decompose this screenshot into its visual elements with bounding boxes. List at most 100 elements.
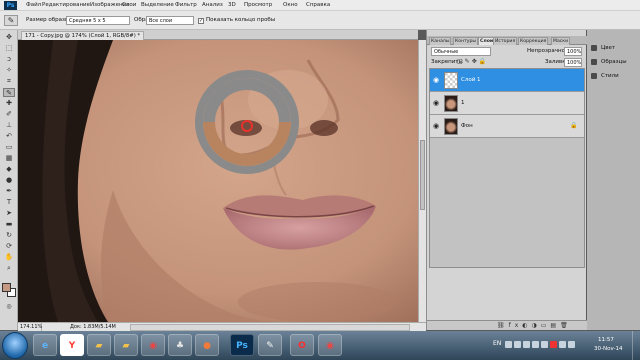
menu-file[interactable]: Файл [26, 2, 41, 8]
visibility-eye-icon[interactable]: ◉ [432, 99, 440, 107]
opacity-input[interactable]: 100% [564, 47, 582, 56]
layer-action-icons[interactable]: ⛓fx◐◑▭▤🗑 [497, 322, 572, 329]
tray-icon-2[interactable] [514, 341, 521, 348]
panel-tabs: Каналы Контуры Слои История Коррекция Ма… [427, 36, 587, 45]
tray-icon-5[interactable] [541, 341, 548, 348]
sample-size-select[interactable]: Средняя 5 x 5 [66, 16, 130, 25]
swatches-panel-icon [591, 58, 597, 65]
show-ring-checkbox[interactable]: ✓ [198, 18, 204, 24]
marquee-tool-icon[interactable]: ⬚ [3, 44, 15, 53]
taskbar-paint-icon[interactable]: ✎ [258, 334, 282, 356]
menu-layers[interactable]: Слои [122, 2, 136, 8]
taskbar-yandex-icon[interactable]: Y [60, 334, 84, 356]
color-panel-button[interactable]: Цвет [591, 43, 639, 53]
styles-panel-icon [591, 72, 597, 79]
zoom-tool-icon[interactable]: ⌕ [3, 264, 15, 273]
vertical-scroll-thumb[interactable] [420, 140, 425, 210]
shape-tool-icon[interactable]: ▬ [3, 220, 15, 229]
lasso-tool-icon[interactable]: ↄ [3, 55, 15, 64]
start-button[interactable] [2, 332, 28, 359]
eraser-tool-icon[interactable]: ▭ [3, 143, 15, 152]
visibility-eye-icon[interactable]: ◉ [432, 122, 440, 130]
styles-panel-button[interactable]: Стили [591, 71, 639, 81]
menu-select[interactable]: Выделение [141, 2, 174, 8]
layer-name[interactable]: Слой 1 [461, 77, 481, 83]
quick-mask-icon[interactable]: ◎ [3, 302, 15, 311]
tab-masks[interactable]: Маски [551, 37, 571, 45]
healing-brush-tool-icon[interactable]: ✚ [3, 99, 15, 108]
horizontal-scrollbar[interactable] [130, 324, 410, 331]
styles-panel-label: Стили [601, 73, 619, 79]
hand-tool-icon[interactable]: ✋ [3, 253, 15, 262]
gradient-tool-icon[interactable]: ▦ [3, 154, 15, 163]
taskbar-chrome2-icon[interactable]: ◉ [318, 334, 342, 356]
history-brush-tool-icon[interactable]: ↶ [3, 132, 15, 141]
tray-icon-4[interactable] [532, 341, 539, 348]
crop-tool-icon[interactable]: ⌗ [3, 77, 15, 86]
dodge-tool-icon[interactable]: ● [3, 176, 15, 185]
tray-icon-6[interactable] [550, 341, 557, 348]
layer-name[interactable]: Фон [461, 123, 473, 129]
taskbar-folder2-icon[interactable]: ▰ [114, 334, 138, 356]
network-icon[interactable] [559, 341, 566, 348]
tab-history[interactable]: История [493, 37, 518, 45]
menu-edit[interactable]: Редактирование [42, 2, 90, 8]
3d-camera-tool-icon[interactable]: ⟳ [3, 242, 15, 251]
fill-input[interactable]: 100% [564, 58, 582, 67]
volume-icon[interactable] [568, 341, 575, 348]
eyedropper-tool-preset-icon[interactable]: ✎ [4, 15, 18, 26]
path-select-tool-icon[interactable]: ➤ [3, 209, 15, 218]
layer-name[interactable]: 1 [461, 100, 465, 106]
quick-select-tool-icon[interactable]: ✧ [3, 66, 15, 75]
blur-tool-icon[interactable]: ◆ [3, 165, 15, 174]
brush-tool-icon[interactable]: ✐ [3, 110, 15, 119]
clock-time[interactable]: 11:57 [598, 337, 614, 343]
color-panel-icon [591, 44, 597, 51]
vertical-scrollbar[interactable] [418, 40, 426, 322]
image-canvas[interactable] [18, 40, 418, 322]
pen-tool-icon[interactable]: ✒ [3, 187, 15, 196]
layer-row-layer1[interactable]: ◉ Слой 1 [430, 69, 584, 92]
type-tool-icon[interactable]: T [3, 198, 15, 207]
menu-view[interactable]: Просмотр [244, 2, 272, 8]
eyedropper-tool-icon[interactable]: ✎ [3, 88, 15, 97]
move-tool-icon[interactable]: ✥ [3, 33, 15, 42]
show-ring-label: Показать кольцо пробы [206, 17, 276, 23]
blend-mode-select[interactable]: Обычные [431, 47, 491, 56]
tray-icon-1[interactable] [505, 341, 512, 348]
layer-row-background[interactable]: ◉ Фон 🔒 [430, 115, 584, 138]
taskbar-app-icon[interactable]: ● [195, 334, 219, 356]
lock-icon: 🔒 [570, 122, 578, 129]
foreground-color-swatch[interactable] [2, 283, 11, 292]
tab-channels[interactable]: Каналы [429, 37, 452, 45]
tab-paths[interactable]: Контуры [453, 37, 479, 45]
menu-analysis[interactable]: Анализ [202, 2, 223, 8]
sample-select[interactable]: Все слои [146, 16, 194, 25]
color-panel-label: Цвет [601, 45, 616, 51]
tray-icon-3[interactable] [523, 341, 530, 348]
3d-rotate-tool-icon[interactable]: ↻ [3, 231, 15, 240]
menu-filter[interactable]: Фильтр [175, 2, 197, 8]
clone-stamp-tool-icon[interactable]: ⊥ [3, 121, 15, 130]
taskbar-folder-icon[interactable]: ▰ [87, 334, 111, 356]
taskbar-opera-icon[interactable]: O [290, 334, 314, 356]
options-bar: ✎ Размер образца: Средняя 5 x 5 Образец:… [0, 11, 640, 30]
language-indicator[interactable]: EN [493, 340, 501, 347]
show-desktop-button[interactable] [632, 331, 640, 360]
swatches-panel-button[interactable]: Образцы [591, 57, 639, 67]
status-bar: 174.11% Док: 1.83M/5.14M [18, 322, 426, 332]
visibility-eye-icon[interactable]: ◉ [432, 76, 440, 84]
tab-adjustments[interactable]: Коррекция [518, 37, 549, 45]
taskbar-games-icon[interactable]: ♣ [168, 334, 192, 356]
taskbar-photoshop-icon[interactable]: Ps [230, 334, 254, 356]
menu-3d[interactable]: 3D [228, 2, 236, 8]
taskbar-ie-icon[interactable]: e [33, 334, 57, 356]
document-tab[interactable]: 171 - Copy.jpg @ 174% (Слой 1, RGB/8#) * [21, 31, 145, 40]
menu-help[interactable]: Справка [306, 2, 330, 8]
clock-date[interactable]: 30-Nov-14 [594, 346, 623, 352]
taskbar-chrome-icon[interactable]: ◉ [141, 334, 165, 356]
menu-window[interactable]: Окно [283, 2, 298, 8]
menu-bar: Ps Файл Редактирование Изображение Слои … [0, 0, 640, 11]
lock-icons[interactable]: □✎✥🔒 [457, 58, 488, 65]
layer-row-1[interactable]: ◉ 1 [430, 92, 584, 115]
